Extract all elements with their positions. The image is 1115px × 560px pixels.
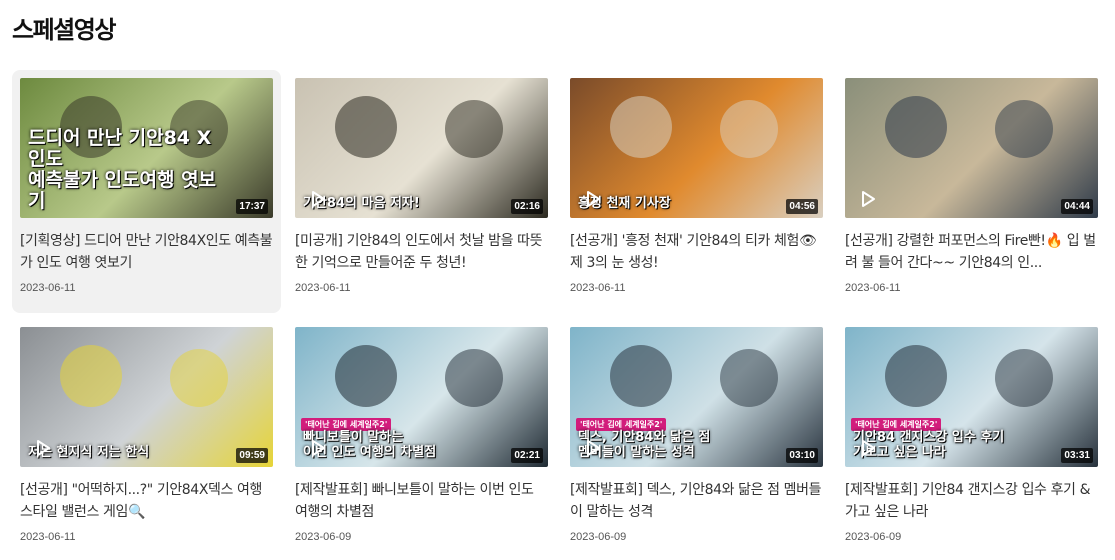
thumbnail-caption: 기안84 갠지스강 입수 후기 가보고 싶은 나라 — [853, 430, 1005, 461]
person-silhouette — [720, 100, 778, 158]
person-silhouette — [170, 349, 228, 407]
video-title[interactable]: [제작발표회] 빠니보틀이 말하는 이번 인도 여행의 차별점 — [295, 479, 548, 523]
video-date: 2023-06-11 — [295, 282, 351, 294]
video-card[interactable]: 저는 현지식 저는 한식 09:59 [선공개] "어떡하지...?" 기안84X덱… — [12, 319, 281, 560]
play-icon[interactable] — [34, 439, 52, 457]
duration-badge: 04:44 — [1061, 199, 1093, 214]
video-card[interactable]: 흥정 천재 기사장 04:56 [선공개] '흥정 천재' 기안84의 티카 체험👁… — [562, 70, 831, 313]
video-date: 2023-06-09 — [295, 531, 352, 543]
video-card[interactable]: '태어난 김에 세계일주2' 덱스, 기안84와 닮은 점 멤버들이 말하는 성격… — [562, 319, 831, 560]
person-silhouette — [60, 345, 122, 407]
play-icon[interactable] — [309, 190, 327, 208]
play-icon[interactable] — [859, 439, 877, 457]
video-title[interactable]: [선공개] 강렬한 퍼포먼스의 Fire빤!🔥 입 벌려 불 들어 간다~~ 기… — [845, 230, 1098, 274]
person-silhouette — [885, 96, 947, 158]
thumbnail-caption: 저는 현지식 저는 한식 — [28, 445, 150, 461]
video-date: 2023-06-11 — [20, 531, 76, 543]
video-thumbnail[interactable]: 기안84의 마음 저자! 02:16 — [295, 78, 548, 218]
person-silhouette — [885, 345, 947, 407]
person-silhouette — [335, 345, 397, 407]
play-icon[interactable] — [584, 190, 602, 208]
person-silhouette — [610, 96, 672, 158]
video-date: 2023-06-09 — [845, 531, 902, 543]
video-title[interactable]: [선공개] '흥정 천재' 기안84의 티카 체험👁 제 3의 눈 생성! — [570, 230, 823, 274]
person-silhouette — [610, 345, 672, 407]
video-thumbnail[interactable]: '태어난 김에 세계일주2' 덱스, 기안84와 닮은 점 멤버들이 말하는 성격… — [570, 327, 823, 467]
video-card[interactable]: '태어난 김에 세계일주2' 기안84 갠지스강 입수 후기 가보고 싶은 나라 0… — [837, 319, 1106, 560]
video-thumbnail[interactable]: 04:44 — [845, 78, 1098, 218]
duration-badge: 02:16 — [511, 199, 543, 214]
video-card[interactable]: 드디어 만난 기안84 X 인도 예측불가 인도여행 엿보기 17:37 [기획영상… — [12, 70, 281, 313]
duration-badge: 17:37 — [236, 199, 268, 214]
video-thumbnail[interactable]: 드디어 만난 기안84 X 인도 예측불가 인도여행 엿보기 17:37 — [20, 78, 273, 218]
section-title: 스페셜영상 — [12, 16, 116, 44]
thumbnail-caption: 기안84의 마음 저자! — [303, 196, 420, 212]
play-icon[interactable] — [859, 190, 877, 208]
video-date: 2023-06-09 — [570, 531, 627, 543]
thumbnail-caption: 빠니보틀이 말하는 이번 인도 여행의 차별점 — [303, 430, 437, 461]
person-silhouette — [445, 100, 503, 158]
duration-badge: 03:10 — [786, 448, 818, 463]
video-thumbnail[interactable]: 저는 현지식 저는 한식 09:59 — [20, 327, 273, 467]
duration-badge: 03:31 — [1061, 448, 1093, 463]
play-icon[interactable] — [584, 439, 602, 457]
person-silhouette — [335, 96, 397, 158]
video-thumbnail[interactable]: '태어난 김에 세계일주2' 기안84 갠지스강 입수 후기 가보고 싶은 나라 0… — [845, 327, 1098, 467]
thumbnail-caption: 드디어 만난 기안84 X 인도 예측불가 인도여행 엿보기 — [28, 127, 217, 213]
person-silhouette — [995, 100, 1053, 158]
person-silhouette — [720, 349, 778, 407]
person-silhouette — [445, 349, 503, 407]
thumbnail-caption: 덱스, 기안84와 닮은 점 멤버들이 말하는 성격 — [578, 430, 711, 461]
video-date: 2023-06-11 — [20, 282, 76, 294]
video-title[interactable]: [제작발표회] 기안84 갠지스강 입수 후기 & 가고 싶은 나라 — [845, 479, 1098, 523]
video-date: 2023-06-11 — [845, 282, 901, 294]
video-grid: 드디어 만난 기안84 X 인도 예측불가 인도여행 엿보기 17:37 [기획영상… — [12, 70, 1108, 560]
video-title[interactable]: [미공개] 기안84의 인도에서 첫날 밤을 따뜻한 기억으로 만들어준 두 청… — [295, 230, 548, 274]
video-thumbnail[interactable]: '태어난 김에 세계일주2' 빠니보틀이 말하는 이번 인도 여행의 차별점 02:… — [295, 327, 548, 467]
thumbnail-caption: 흥정 천재 기사장 — [578, 196, 671, 212]
video-title[interactable]: [기획영상] 드디어 만난 기안84X인도 예측불가 인도 여행 엿보기 — [20, 230, 273, 274]
play-icon[interactable] — [309, 439, 327, 457]
duration-badge: 09:59 — [236, 448, 268, 463]
video-date: 2023-06-11 — [570, 282, 626, 294]
video-card[interactable]: 04:44 [선공개] 강렬한 퍼포먼스의 Fire빤!🔥 입 벌려 불 들어 간… — [837, 70, 1106, 313]
duration-badge: 04:56 — [786, 199, 818, 214]
video-card[interactable]: '태어난 김에 세계일주2' 빠니보틀이 말하는 이번 인도 여행의 차별점 02:… — [287, 319, 556, 560]
video-card[interactable]: 기안84의 마음 저자! 02:16 [미공개] 기안84의 인도에서 첫날 밤을 … — [287, 70, 556, 313]
video-title[interactable]: [제작발표회] 덱스, 기안84와 닮은 점 멤버들이 말하는 성격 — [570, 479, 823, 523]
thumbnail-image — [845, 78, 1098, 218]
video-thumbnail[interactable]: 흥정 천재 기사장 04:56 — [570, 78, 823, 218]
video-title[interactable]: [선공개] "어떡하지...?" 기안84X덱스 여행 스타일 밸런스 게임🔍 — [20, 479, 273, 523]
person-silhouette — [995, 349, 1053, 407]
duration-badge: 02:21 — [511, 448, 543, 463]
